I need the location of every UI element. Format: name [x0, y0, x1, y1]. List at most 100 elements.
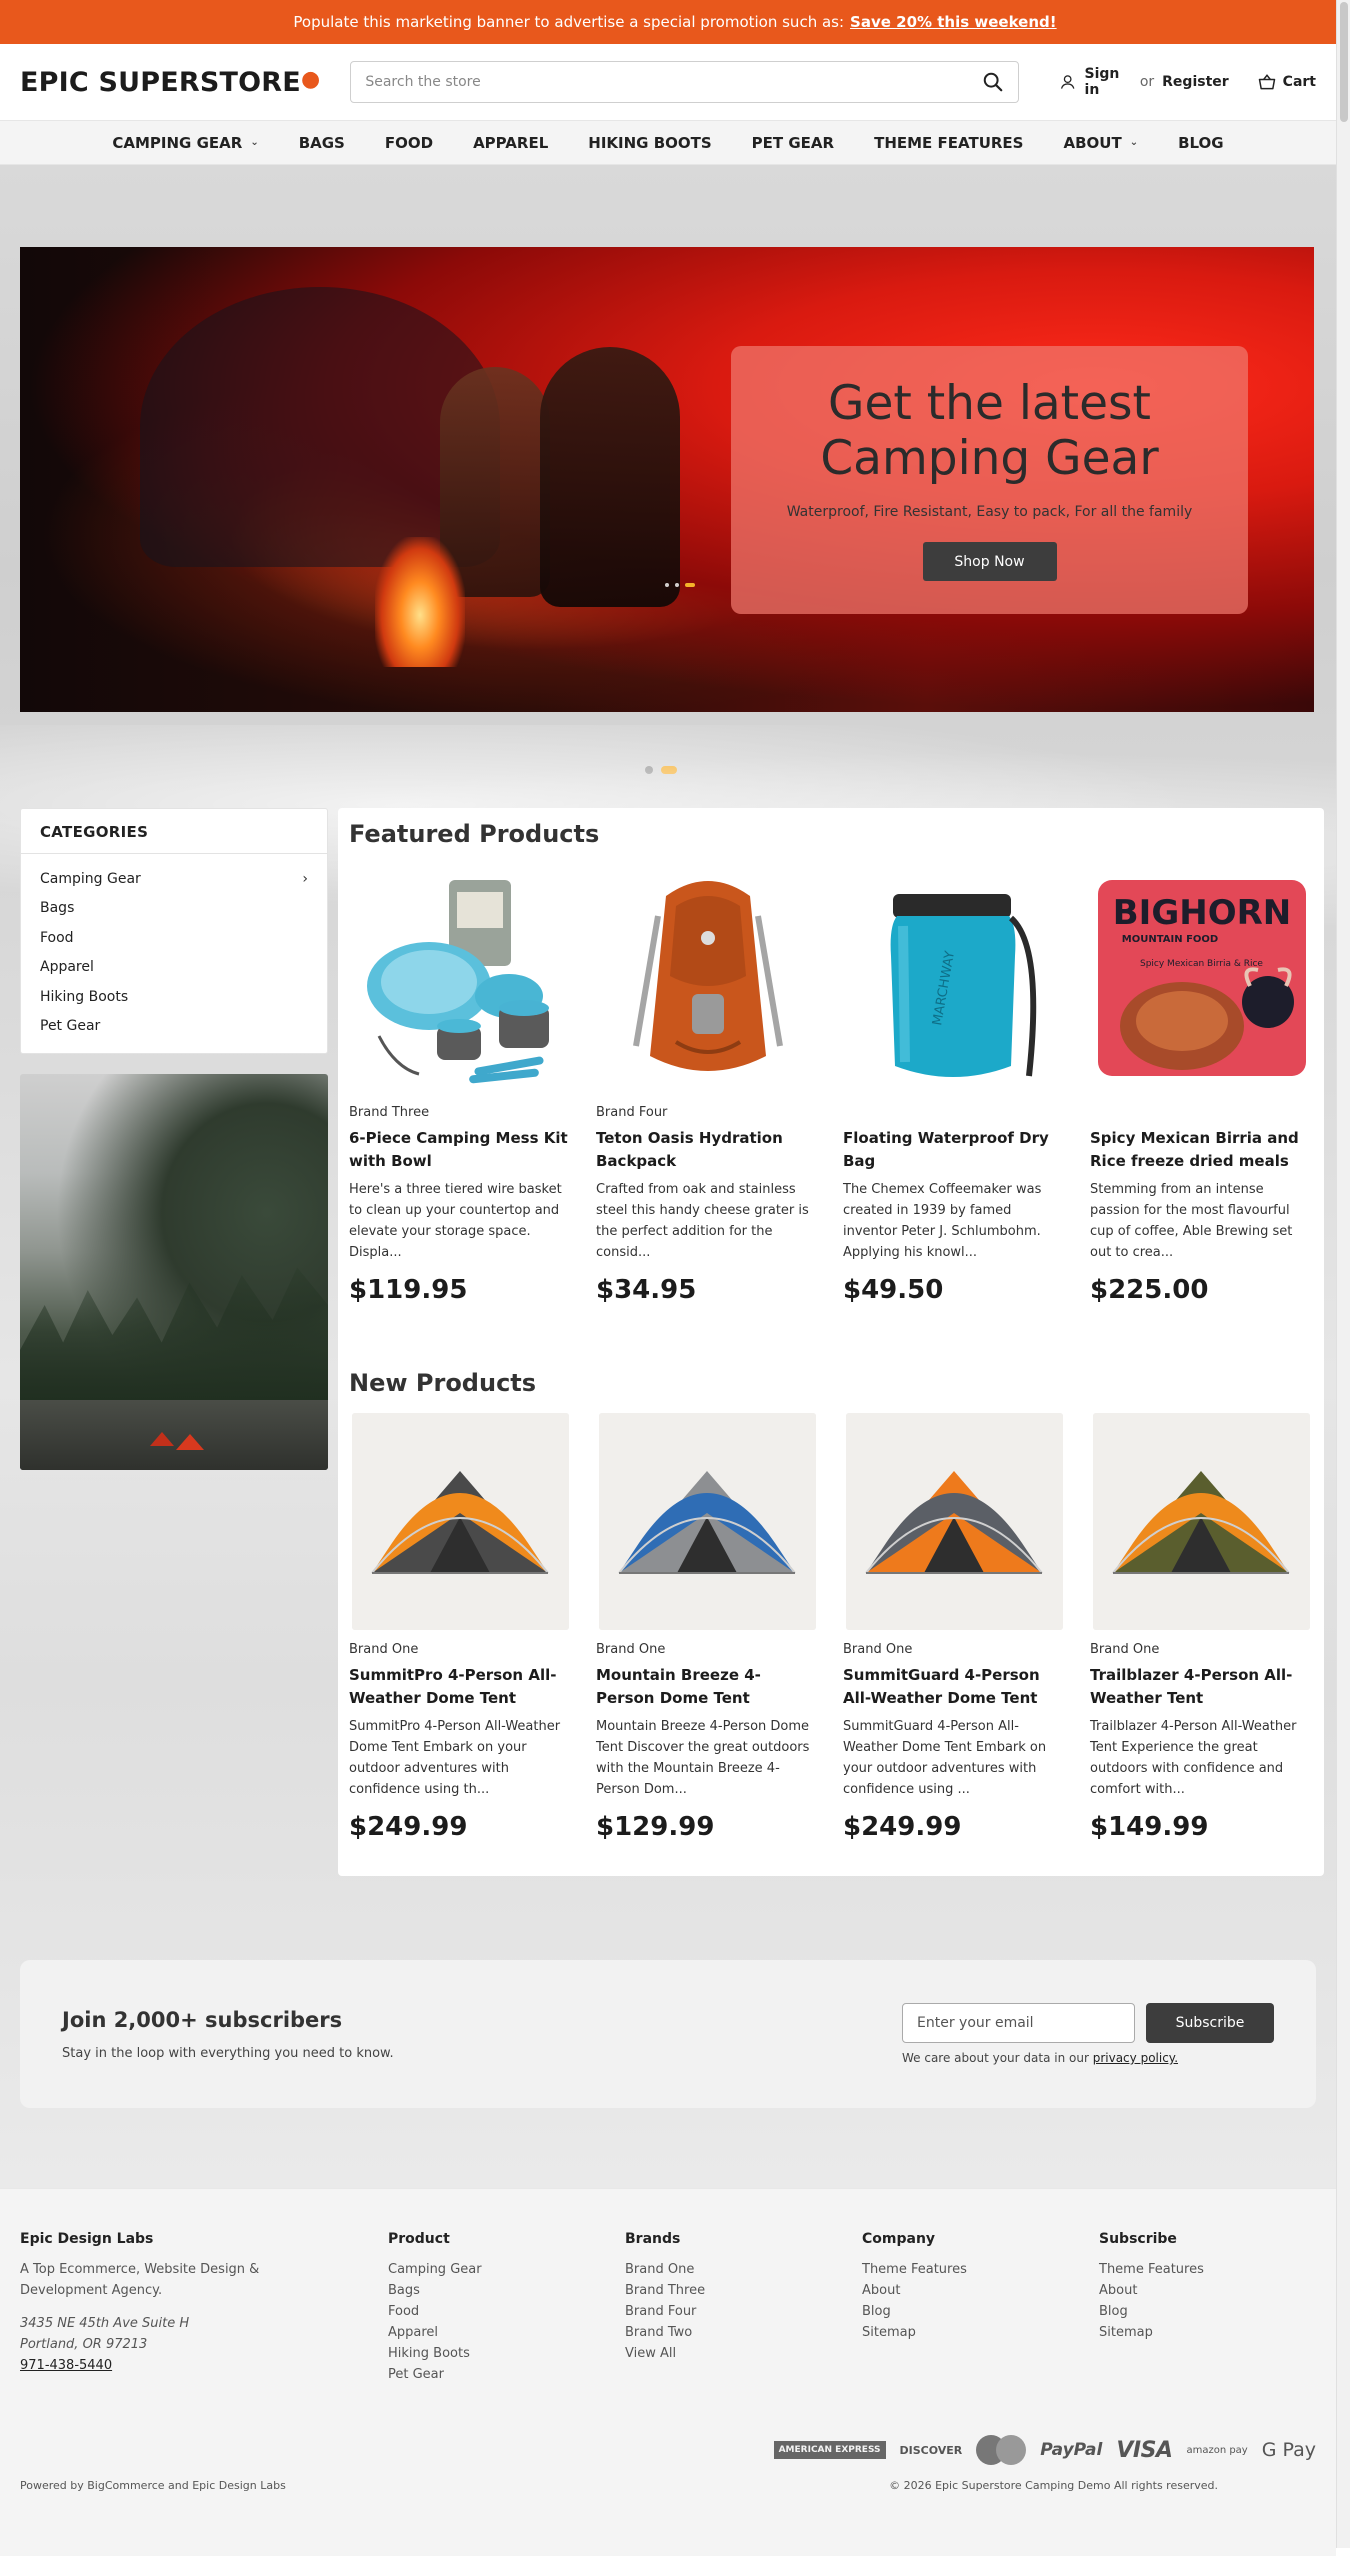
category-item-hiking-boots[interactable]: Hiking Boots: [40, 982, 308, 1012]
product-card[interactable]: Brand One SummitPro 4-Person All-Weather …: [349, 1413, 572, 1842]
product-name[interactable]: SummitGuard 4-Person All-Weather Dome Te…: [843, 1664, 1066, 1710]
category-item-pet-gear[interactable]: Pet Gear: [40, 1012, 308, 1042]
footer-link[interactable]: About: [862, 2280, 1099, 2301]
product-name[interactable]: Teton Oasis Hydration Backpack: [596, 1127, 819, 1173]
product-name[interactable]: SummitPro 4-Person All-Weather Dome Tent: [349, 1664, 572, 1710]
product-image-tent[interactable]: [846, 1413, 1063, 1630]
product-name[interactable]: Trailblazer 4-Person All-Weather Tent: [1090, 1664, 1313, 1710]
promo-link[interactable]: Save 20% this weekend!: [850, 13, 1057, 31]
footer-link[interactable]: Sitemap: [862, 2322, 1099, 2343]
store-logo[interactable]: EPIC SUPERSTORE●: [20, 67, 320, 98]
shop-now-button[interactable]: Shop Now: [922, 542, 1057, 581]
vertical-scrollbar[interactable]: [1336, 0, 1350, 2548]
footer-link[interactable]: Food: [388, 2301, 625, 2322]
category-item-camping-gear[interactable]: Camping Gear ›: [40, 864, 308, 894]
nav-item-food[interactable]: FOOD: [385, 134, 433, 152]
footer-link[interactable]: Bags: [388, 2280, 625, 2301]
carousel-dot[interactable]: [645, 766, 653, 774]
footer-link[interactable]: Brand Two: [625, 2322, 862, 2343]
category-item-food[interactable]: Food: [40, 923, 308, 953]
hero-carousel[interactable]: Get the latest Camping Gear Waterproof, …: [20, 247, 1314, 712]
footer-link[interactable]: Sitemap: [1099, 2322, 1204, 2343]
category-item-apparel[interactable]: Apparel: [40, 953, 308, 983]
product-brand: Brand One: [596, 1642, 666, 1657]
product-name[interactable]: Floating Waterproof Dry Bag: [843, 1127, 1066, 1173]
footer-link[interactable]: Hiking Boots: [388, 2343, 625, 2364]
nav-item-about[interactable]: ABOUT ⌄: [1063, 134, 1138, 152]
footer-link[interactable]: View All: [625, 2343, 862, 2364]
product-price: $34.95: [596, 1275, 697, 1305]
carousel-dot-active[interactable]: [661, 766, 677, 774]
product-image-food-pouch[interactable]: BIGHORN MOUNTAIN FOOD Spicy Mexican Birr…: [1090, 866, 1313, 1093]
category-item-bags[interactable]: Bags: [40, 894, 308, 924]
product-image-tent[interactable]: [1093, 1413, 1310, 1630]
footer-link[interactable]: Brand Four: [625, 2301, 862, 2322]
newsletter-text: Join 2,000+ subscribers Stay in the loop…: [62, 2008, 394, 2061]
footer-link[interactable]: About: [1099, 2280, 1204, 2301]
product-name[interactable]: 6-Piece Camping Mess Kit with Bowl: [349, 1127, 572, 1173]
nav-label: BAGS: [298, 133, 345, 152]
product-card[interactable]: Brand Four Teton Oasis Hydration Backpac…: [596, 866, 819, 1305]
discover-icon: DISCOVER: [899, 2443, 963, 2457]
footer-link[interactable]: Theme Features: [1099, 2259, 1204, 2280]
footer-link[interactable]: Pet Gear: [388, 2364, 625, 2385]
product-description: SummitGuard 4-Person All-Weather Dome Te…: [843, 1719, 1047, 1797]
product-brand: Brand One: [349, 1642, 419, 1657]
product-card[interactable]: Brand Three 6-Piece Camping Mess Kit wit…: [349, 866, 572, 1305]
site-footer: Epic Design Labs A Top Ecommerce, Websit…: [0, 2188, 1336, 2556]
footer-link[interactable]: Apparel: [388, 2322, 625, 2343]
category-label: Bags: [40, 900, 75, 917]
nav-item-bags[interactable]: BAGS: [299, 134, 345, 152]
footer-link[interactable]: Blog: [862, 2301, 1099, 2322]
categories-title: CATEGORIES: [21, 809, 327, 854]
footer-product-column: Product Camping Gear Bags Food Apparel Hiking…: [388, 2231, 625, 2385]
product-image-tent[interactable]: [599, 1413, 816, 1630]
amex-icon: AMERICAN EXPRESS: [773, 2441, 886, 2459]
cart-link[interactable]: Cart: [1257, 72, 1316, 92]
product-price: $129.99: [596, 1812, 715, 1842]
sign-in-link[interactable]: Sign in: [1085, 66, 1132, 98]
nav-item-blog[interactable]: BLOG: [1178, 134, 1224, 152]
footer-link[interactable]: Blog: [1099, 2301, 1204, 2322]
product-image-mess-kit[interactable]: [349, 866, 572, 1093]
product-image-backpack[interactable]: [596, 866, 819, 1093]
footer-brands-column: Brands Brand One Brand Three Brand Four Bran…: [625, 2231, 862, 2385]
nav-item-hiking-boots[interactable]: HIKING BOOTS: [588, 134, 711, 152]
new-products-title: New Products: [349, 1369, 537, 1397]
footer-link[interactable]: Brand One: [625, 2259, 862, 2280]
backpack-icon: [596, 866, 819, 1093]
scrollbar-thumb[interactable]: [1340, 2, 1348, 122]
logo-dot-icon: ●: [300, 66, 321, 92]
footer-link[interactable]: Camping Gear: [388, 2259, 625, 2280]
product-name[interactable]: Mountain Breeze 4-Person Dome Tent: [596, 1664, 819, 1710]
subscribe-button[interactable]: Subscribe: [1146, 2003, 1274, 2043]
nav-item-camping-gear[interactable]: CAMPING GEAR ⌄: [112, 134, 258, 152]
product-card[interactable]: MARCHWAY Floating Waterproof Dry Bag The…: [843, 866, 1066, 1305]
product-image-tent[interactable]: [352, 1413, 569, 1630]
search-icon[interactable]: [982, 71, 1004, 93]
nav-item-apparel[interactable]: APPAREL: [473, 134, 548, 152]
nav-item-pet-gear[interactable]: PET GEAR: [752, 134, 834, 152]
category-label: Apparel: [40, 959, 94, 976]
product-image-dry-bag[interactable]: MARCHWAY: [843, 866, 1066, 1093]
product-brand: Brand One: [843, 1642, 913, 1657]
nav-item-theme-features[interactable]: THEME FEATURES: [874, 134, 1023, 152]
product-description: Mountain Breeze 4-Person Dome Tent Disco…: [596, 1719, 810, 1797]
footer-tagline: A Top Ecommerce, Website Design & Develo…: [20, 2262, 260, 2298]
footer-link[interactable]: Brand Three: [625, 2280, 862, 2301]
sidebar-banner-image[interactable]: [20, 1074, 328, 1470]
product-card[interactable]: Brand One SummitGuard 4-Person All-Weathe…: [843, 1413, 1066, 1842]
product-card[interactable]: Brand One Trailblazer 4-Person All-Weathe…: [1090, 1413, 1313, 1842]
privacy-policy-link[interactable]: privacy policy.: [1093, 2051, 1178, 2065]
footer-link[interactable]: Theme Features: [862, 2259, 1099, 2280]
product-card[interactable]: BIGHORN MOUNTAIN FOOD Spicy Mexican Birr…: [1090, 866, 1313, 1305]
product-name[interactable]: Spicy Mexican Birria and Rice freeze dri…: [1090, 1127, 1313, 1173]
email-field[interactable]: [902, 2003, 1135, 2043]
pouch-sub: MOUNTAIN FOOD: [1122, 934, 1218, 945]
chevron-right-icon: ›: [302, 870, 308, 887]
register-link[interactable]: Register: [1162, 74, 1229, 90]
nav-label: ABOUT: [1063, 133, 1122, 152]
footer-phone-link[interactable]: 971-438-5440: [20, 2355, 388, 2376]
product-card[interactable]: Brand One Mountain Breeze 4-Person Dome T…: [596, 1413, 819, 1842]
search-input[interactable]: [365, 74, 983, 90]
